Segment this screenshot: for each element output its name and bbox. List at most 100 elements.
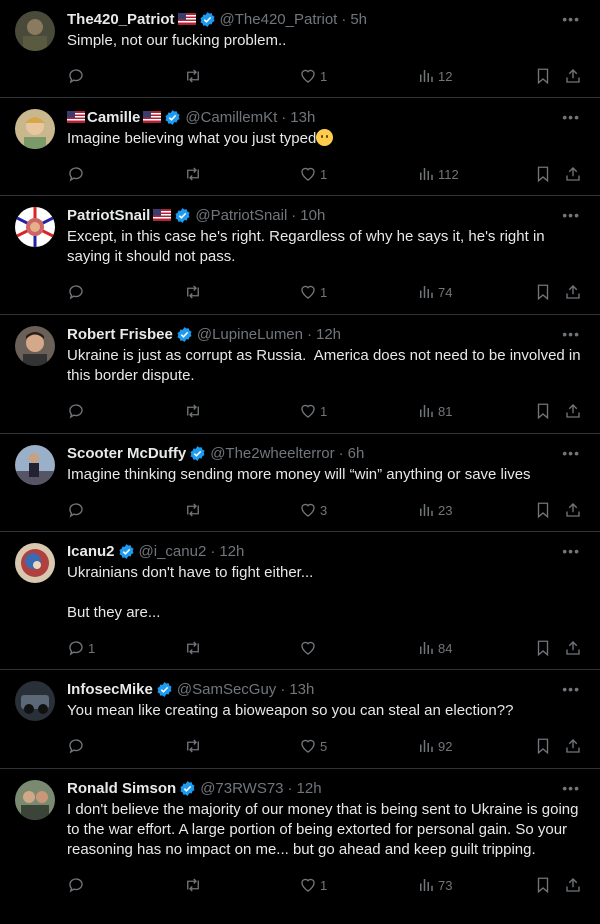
more-icon[interactable]: •••	[562, 110, 580, 124]
tweet[interactable]: Icanu2 @i_canu2 · 12h ••• Ukrainians don…	[0, 532, 600, 670]
timestamp[interactable]: 12h	[219, 543, 244, 560]
retweet-button[interactable]	[184, 501, 205, 519]
views-button[interactable]: 74	[417, 283, 452, 301]
like-button[interactable]: 1	[299, 402, 327, 420]
share-button[interactable]	[564, 639, 582, 657]
handle[interactable]: @CamillemKt	[185, 109, 277, 126]
views-button[interactable]: 81	[417, 402, 452, 420]
tweet[interactable]: Scooter McDuffy @The2wheelterror · 6h ••…	[0, 434, 600, 532]
share-button[interactable]	[564, 165, 582, 183]
timestamp[interactable]: 12h	[297, 780, 322, 797]
avatar[interactable]	[15, 543, 55, 583]
more-icon[interactable]: •••	[562, 544, 580, 558]
share-button[interactable]	[564, 876, 582, 894]
handle[interactable]: @LupineLumen	[197, 326, 303, 343]
timestamp[interactable]: 10h	[300, 207, 325, 224]
timestamp[interactable]: 13h	[290, 109, 315, 126]
reply-button[interactable]	[67, 165, 88, 183]
avatar[interactable]	[15, 445, 55, 485]
avatar[interactable]	[15, 109, 55, 149]
retweet-button[interactable]	[184, 67, 205, 85]
share-button[interactable]	[564, 67, 582, 85]
handle[interactable]: @PatriotSnail	[195, 207, 287, 224]
more-icon[interactable]: •••	[562, 208, 580, 222]
handle[interactable]: @The420_Patriot	[220, 11, 338, 28]
timestamp[interactable]: 12h	[316, 326, 341, 343]
avatar[interactable]	[15, 681, 55, 721]
display-name[interactable]: InfosecMike	[67, 681, 153, 698]
like-button[interactable]: 3	[299, 501, 327, 519]
share-button[interactable]	[564, 283, 582, 301]
display-name[interactable]: The420_Patriot	[67, 11, 175, 28]
tweet[interactable]: PatriotSnail @PatriotSnail · 10h ••• Exc…	[0, 196, 600, 315]
display-name[interactable]: Icanu2	[67, 543, 115, 560]
timestamp[interactable]: 13h	[289, 681, 314, 698]
bookmark-button[interactable]	[534, 501, 552, 519]
retweet-button[interactable]	[184, 639, 205, 657]
us-flag-icon	[177, 13, 196, 25]
display-name[interactable]: PatriotSnail	[67, 207, 150, 224]
retweet-button[interactable]	[184, 165, 205, 183]
retweet-button[interactable]	[184, 402, 205, 420]
timestamp[interactable]: 6h	[348, 445, 365, 462]
retweet-button[interactable]	[184, 876, 205, 894]
like-button[interactable]: 1	[299, 876, 327, 894]
bookmark-button[interactable]	[534, 165, 552, 183]
views-button[interactable]: 23	[417, 501, 452, 519]
views-button[interactable]: 84	[417, 639, 452, 657]
display-name[interactable]: Ronald Simson	[67, 780, 176, 797]
like-count: 1	[320, 877, 328, 893]
reply-button[interactable]	[67, 283, 88, 301]
avatar[interactable]	[15, 11, 55, 51]
more-icon[interactable]: •••	[562, 446, 580, 460]
tweet[interactable]: Camille @CamillemKt · 13h ••• Imagine be…	[0, 98, 600, 196]
avatar[interactable]	[15, 207, 55, 247]
display-name[interactable]: Camille	[87, 109, 140, 126]
bookmark-button[interactable]	[534, 283, 552, 301]
like-button[interactable]: 5	[299, 737, 327, 755]
bookmark-button[interactable]	[534, 402, 552, 420]
display-name[interactable]: Robert Frisbee	[67, 326, 173, 343]
avatar[interactable]	[15, 780, 55, 820]
bookmark-button[interactable]	[534, 876, 552, 894]
bookmark-button[interactable]	[534, 639, 552, 657]
display-name[interactable]: Scooter McDuffy	[67, 445, 186, 462]
like-button[interactable]	[299, 639, 320, 657]
reply-button[interactable]: 1	[67, 639, 95, 657]
tweet[interactable]: The420_Patriot @The420_Patriot · 5h ••• …	[0, 0, 600, 98]
heart-icon	[299, 876, 317, 894]
reply-button[interactable]	[67, 876, 88, 894]
views-button[interactable]: 12	[417, 67, 452, 85]
share-button[interactable]	[564, 737, 582, 755]
share-button[interactable]	[564, 501, 582, 519]
like-button[interactable]: 1	[299, 67, 327, 85]
retweet-button[interactable]	[184, 737, 205, 755]
handle[interactable]: @73RWS73	[200, 780, 283, 797]
more-icon[interactable]: •••	[562, 12, 580, 26]
like-button[interactable]: 1	[299, 283, 327, 301]
handle[interactable]: @SamSecGuy	[177, 681, 276, 698]
views-button[interactable]: 92	[417, 737, 452, 755]
avatar[interactable]	[15, 326, 55, 366]
bookmark-button[interactable]	[534, 67, 552, 85]
bookmark-button[interactable]	[534, 737, 552, 755]
tweet[interactable]: Ronald Simson @73RWS73 · 12h ••• I don't…	[0, 769, 600, 924]
tweet[interactable]: InfosecMike @SamSecGuy · 13h ••• You mea…	[0, 670, 600, 769]
retweet-button[interactable]	[184, 283, 205, 301]
timestamp[interactable]: 5h	[350, 11, 367, 28]
reply-button[interactable]	[67, 402, 88, 420]
views-button[interactable]: 112	[417, 165, 459, 183]
handle[interactable]: @i_canu2	[139, 543, 207, 560]
views-button[interactable]: 73	[417, 876, 452, 894]
reply-button[interactable]	[67, 67, 88, 85]
reply-button[interactable]	[67, 501, 88, 519]
more-icon[interactable]: •••	[562, 327, 580, 341]
reply-button[interactable]	[67, 737, 88, 755]
share-button[interactable]	[564, 402, 582, 420]
handle[interactable]: @The2wheelterror	[210, 445, 334, 462]
like-button[interactable]: 1	[299, 165, 327, 183]
tweet[interactable]: Robert Frisbee @LupineLumen · 12h ••• Uk…	[0, 315, 600, 434]
more-icon[interactable]: •••	[562, 781, 580, 795]
more-icon[interactable]: •••	[562, 682, 580, 696]
share-icon	[564, 639, 582, 657]
